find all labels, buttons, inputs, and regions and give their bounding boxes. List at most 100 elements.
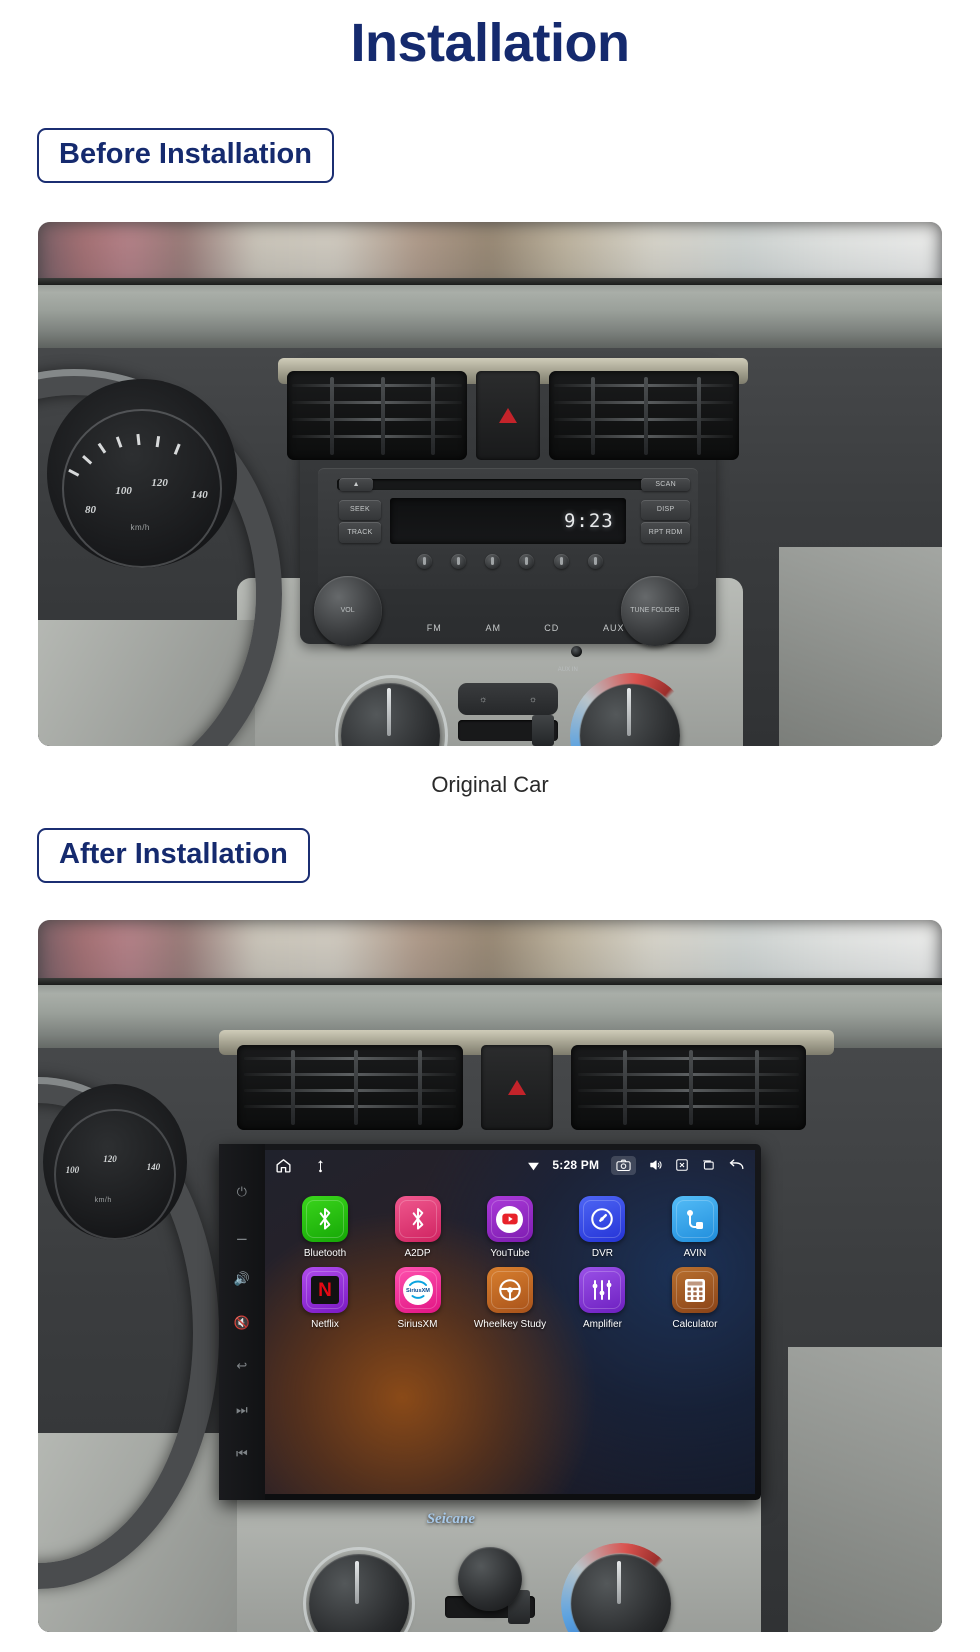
app-siriusxm[interactable]: SiriusXM SiriusXM xyxy=(371,1267,463,1330)
preset-button[interactable] xyxy=(553,553,569,569)
app-label: Amplifier xyxy=(583,1319,622,1331)
power-icon[interactable]: ⏻ xyxy=(237,1185,247,1198)
source-label-aux[interactable]: AUX xyxy=(603,623,625,633)
close-box-icon[interactable] xyxy=(675,1158,689,1172)
page-title: Installation xyxy=(350,13,630,73)
steering-wheel-icon[interactable] xyxy=(486,1267,533,1314)
installation-page: Installation Before Installation 80 100 … xyxy=(0,0,980,1652)
head-unit-screen[interactable]: 5:28 PM Bluetooth A2DP YouTube DVR AVIN … xyxy=(264,1150,756,1495)
app-grid[interactable]: Bluetooth A2DP YouTube DVR AVIN N Netfli… xyxy=(265,1186,755,1330)
tune-knob-label: TUNE FOLDER xyxy=(630,607,680,615)
app-netflix[interactable]: N Netflix xyxy=(279,1267,371,1330)
app-dvr[interactable]: DVR xyxy=(556,1196,648,1259)
android-head-unit[interactable]: ⏻ ⚊ 🔊 🔇 ↩ ⏭ ⏮ 5:28 PM Bluetooth A2DP You… xyxy=(218,1144,762,1501)
app-label: YouTube xyxy=(490,1248,530,1260)
prev-track-icon[interactable]: ⏮ xyxy=(236,1447,248,1460)
app-label: AVIN xyxy=(683,1248,707,1260)
preset-button[interactable] xyxy=(451,553,467,569)
source-label-am[interactable]: AM xyxy=(485,623,501,633)
preset-button[interactable] xyxy=(416,553,432,569)
app-bluetooth[interactable]: Bluetooth xyxy=(279,1196,371,1259)
app-label: DVR xyxy=(591,1248,614,1260)
instrument-cluster: 80 100 120 140 km/h xyxy=(47,379,237,568)
mode-slider-thumb[interactable] xyxy=(531,714,554,746)
hazard-light-button[interactable] xyxy=(480,1044,554,1131)
app-calculator[interactable]: Calculator xyxy=(649,1267,741,1330)
mode-knob[interactable] xyxy=(458,1546,522,1611)
right-lower-trim xyxy=(788,1347,942,1632)
seek-button[interactable]: SEEK xyxy=(339,499,381,521)
mute-icon[interactable]: 🔇 xyxy=(234,1316,250,1329)
app-amplifier[interactable]: Amplifier xyxy=(556,1267,648,1330)
speed-unit: km/h xyxy=(94,1196,112,1204)
hazard-triangle-icon xyxy=(508,1079,527,1095)
preset-button[interactable] xyxy=(519,553,535,569)
bluetooth-icon[interactable] xyxy=(302,1196,349,1243)
app-label: Calculator xyxy=(672,1319,718,1331)
back-icon[interactable]: ↩ xyxy=(236,1359,247,1372)
netflix-icon[interactable]: N xyxy=(302,1267,349,1314)
fan-knob-pointer xyxy=(355,1560,360,1604)
disp-button[interactable]: DISP xyxy=(640,499,691,521)
head-unit-side-buttons[interactable]: ⏻ ⚊ 🔊 🔇 ↩ ⏭ ⏮ xyxy=(218,1144,265,1501)
minus-icon[interactable]: ⚊ xyxy=(236,1229,248,1242)
preset-button[interactable] xyxy=(485,553,501,569)
original-radio-unit[interactable]: ▲ SCAN SEEK TRACK 9:23 DISP RPT RDM xyxy=(318,468,698,589)
volume-icon[interactable] xyxy=(648,1158,663,1172)
equalizer-icon[interactable] xyxy=(579,1267,626,1314)
wifi-icon xyxy=(527,1159,540,1172)
status-time: 5:28 PM xyxy=(552,1158,600,1173)
camera-icon[interactable] xyxy=(611,1155,637,1175)
avin-icon[interactable] xyxy=(671,1196,718,1243)
section-label-after-installation: After Installation xyxy=(37,828,310,883)
dash-lip xyxy=(38,978,942,986)
radio-display: 9:23 xyxy=(390,498,626,545)
app-wheelkey-study[interactable]: Wheelkey Study xyxy=(464,1267,556,1330)
app-label: Bluetooth xyxy=(303,1248,347,1260)
air-vent-right xyxy=(571,1044,807,1131)
dash-lip xyxy=(38,277,942,285)
usb-icon[interactable] xyxy=(314,1158,327,1173)
app-label: Wheelkey Study xyxy=(473,1319,547,1331)
tune-folder-knob[interactable]: TUNE FOLDER xyxy=(621,575,689,647)
siriusxm-icon[interactable]: SiriusXM xyxy=(394,1267,441,1314)
app-label: Netflix xyxy=(311,1319,339,1331)
recents-icon[interactable] xyxy=(701,1158,716,1172)
speed-number: 140 xyxy=(191,488,208,501)
source-label-fm[interactable]: FM xyxy=(427,623,442,633)
speed-number: 120 xyxy=(103,1154,117,1165)
air-vent-right xyxy=(548,371,739,461)
next-track-icon[interactable]: ⏭ xyxy=(236,1403,248,1416)
brand-logo: Seicane xyxy=(426,1510,476,1527)
app-a2dp[interactable]: A2DP xyxy=(371,1196,463,1259)
air-vent-left xyxy=(286,371,468,461)
calculator-icon[interactable] xyxy=(671,1267,718,1314)
dvr-icon[interactable] xyxy=(579,1196,626,1243)
home-icon[interactable] xyxy=(275,1157,292,1174)
temp-knob-pointer xyxy=(617,1560,622,1604)
rpt-rdm-button[interactable]: RPT RDM xyxy=(640,522,691,543)
hazard-light-button[interactable] xyxy=(476,371,540,461)
defog-buttons[interactable]: ☼ ☼ xyxy=(458,683,558,715)
volume-knob[interactable]: VOL xyxy=(313,575,382,647)
a2dp-icon[interactable] xyxy=(394,1196,441,1243)
android-status-bar[interactable]: 5:28 PM xyxy=(265,1150,755,1180)
radio-clock: 9:23 xyxy=(563,510,614,533)
section-label-before-installation: Before Installation xyxy=(37,128,334,183)
youtube-icon[interactable] xyxy=(486,1196,533,1243)
scan-button[interactable]: SCAN xyxy=(640,477,691,492)
front-defog-icon: ☼ xyxy=(479,693,488,704)
back-arrow-icon[interactable] xyxy=(728,1158,745,1172)
preset-button[interactable] xyxy=(587,553,603,569)
app-avin[interactable]: AVIN xyxy=(649,1196,741,1259)
volume-up-icon[interactable]: 🔊 xyxy=(234,1272,250,1285)
app-youtube[interactable]: YouTube xyxy=(464,1196,556,1259)
speed-number: 100 xyxy=(115,484,132,497)
eject-button[interactable]: ▲ xyxy=(339,477,374,492)
photo-before-installation: 80 100 120 140 km/h ▲ SCAN SEEK TRACK 9:… xyxy=(38,222,942,746)
mode-slider-track[interactable] xyxy=(458,714,558,746)
source-label-cd[interactable]: CD xyxy=(544,623,559,633)
track-button[interactable]: TRACK xyxy=(339,522,381,543)
dashboard-scene-original: 80 100 120 140 km/h ▲ SCAN SEEK TRACK 9:… xyxy=(38,222,942,746)
speed-number: 120 xyxy=(151,477,168,490)
